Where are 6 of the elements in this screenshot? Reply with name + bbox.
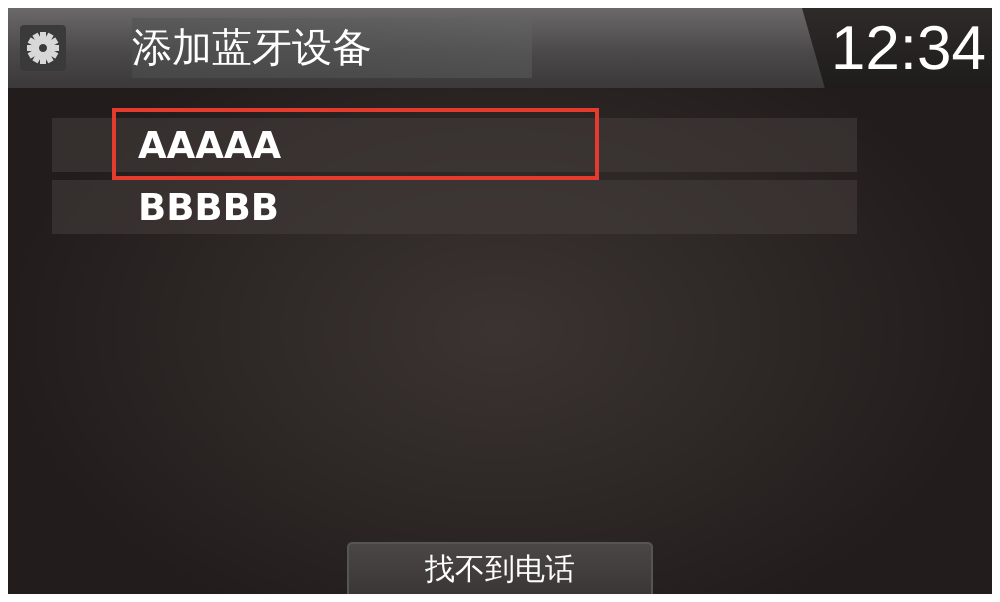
clock: 12:34 — [830, 12, 987, 84]
device-item[interactable]: BBBBB — [52, 180, 857, 234]
device-item[interactable]: AAAAA — [52, 118, 857, 172]
cannot-find-phone-button[interactable]: 找不到电话 — [347, 542, 653, 594]
screen-title: 添加蓝牙设备 — [132, 18, 532, 78]
settings-icon[interactable] — [26, 31, 60, 65]
